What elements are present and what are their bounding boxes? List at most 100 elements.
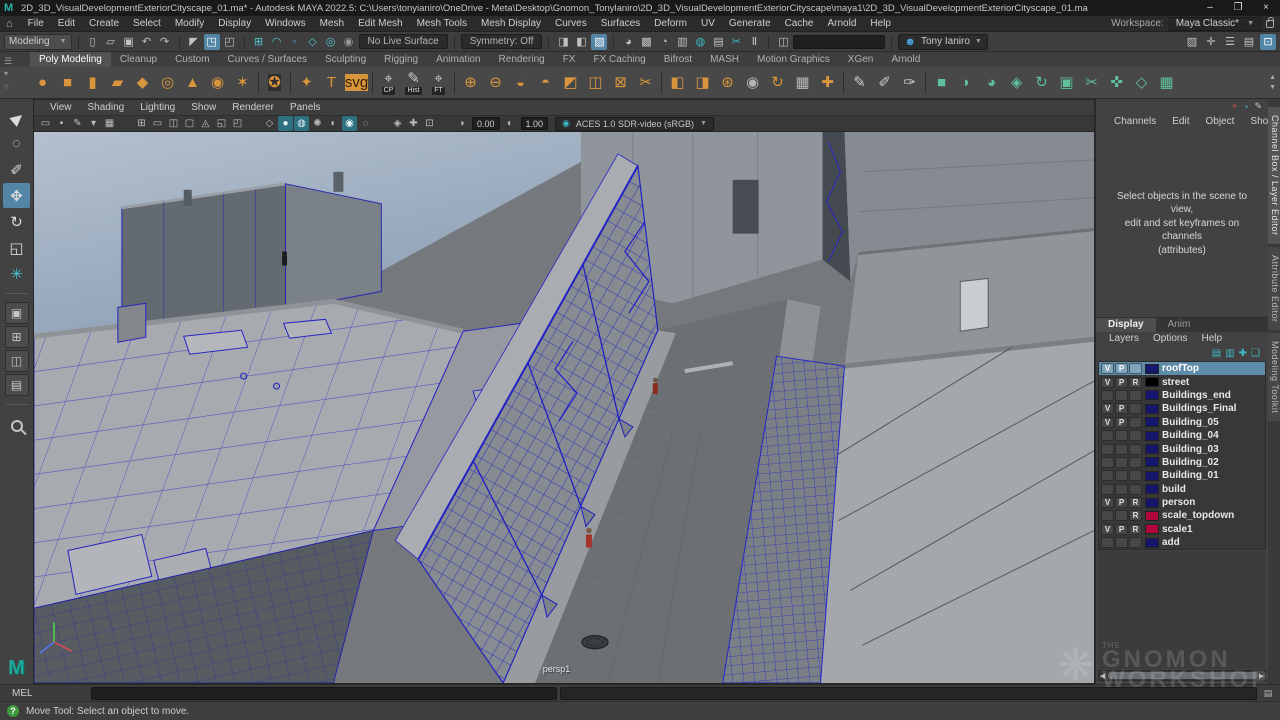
last-tool-used[interactable]: ✳ — [3, 261, 30, 286]
sidebar-tab[interactable]: Attribute Editor — [1268, 247, 1280, 331]
shelf-menu-icon[interactable]: ☰ — [4, 56, 12, 67]
snap-to-projected-center-icon[interactable]: ◇ — [305, 34, 321, 50]
open-scene-icon[interactable]: ▱ — [103, 34, 119, 50]
menu-item[interactable]: Select — [126, 16, 168, 32]
scrollbar-thumb[interactable] — [1108, 672, 1258, 679]
layer-row[interactable]: add — [1099, 536, 1265, 549]
layer-visibility-toggle[interactable]: V — [1101, 377, 1114, 388]
layer-visibility-toggle[interactable] — [1101, 444, 1114, 455]
outliner-pane-layout-button[interactable]: ▤ — [5, 374, 29, 396]
shelf-tab[interactable]: Sculpting — [316, 52, 375, 67]
separate-icon[interactable]: ⊖ — [483, 69, 508, 97]
freeze-transform-icon[interactable]: ⌖ FT — [426, 69, 451, 97]
poly-helix-icon[interactable]: ✶ — [230, 69, 255, 97]
shaded-icon[interactable]: ● — [278, 116, 293, 131]
pause-viewport-icon[interactable]: Ⅱ — [746, 34, 762, 50]
command-input[interactable] — [91, 687, 557, 700]
layer-reference-toggle[interactable] — [1129, 390, 1142, 401]
layer-playback-toggle[interactable]: P — [1115, 524, 1128, 535]
shelf-tab[interactable]: Motion Graphics — [748, 52, 839, 67]
layer-row[interactable]: Building_01 — [1099, 469, 1265, 482]
layer-row[interactable]: V P R scale1 — [1099, 523, 1265, 536]
shelf-tab[interactable]: Cleanup — [111, 52, 166, 67]
layer-reference-toggle[interactable] — [1129, 484, 1142, 495]
layer-visibility-toggle[interactable] — [1101, 484, 1114, 495]
layer-visibility-toggle[interactable]: V — [1101, 403, 1114, 414]
layer-visibility-toggle[interactable]: V — [1101, 497, 1114, 508]
menu-item[interactable]: Curves — [548, 16, 594, 32]
layer-color-swatch[interactable] — [1145, 404, 1159, 414]
layer-playback-toggle[interactable] — [1115, 444, 1128, 455]
image-plane-icon[interactable]: ▦ — [102, 116, 117, 131]
create-curve-icon[interactable]: ✎ — [847, 69, 872, 97]
poly-cylinder-icon[interactable]: ▮ — [80, 69, 105, 97]
layer-playback-toggle[interactable] — [1115, 470, 1128, 481]
sort-layers-alphabetically-icon[interactable]: ▥ — [1225, 348, 1234, 359]
uv-editor-icon[interactable]: ▣ — [1054, 69, 1079, 97]
rotate-tool[interactable]: ↻ — [3, 209, 30, 234]
lock-camera-icon[interactable]: ▪ — [54, 116, 69, 131]
average-vertices-icon[interactable]: ⊛ — [715, 69, 740, 97]
shelf-item-menu-icon[interactable]: ○ — [4, 82, 9, 91]
move-tool[interactable]: ✥ — [3, 183, 30, 208]
viewport-scene[interactable]: persp1 — [34, 132, 1094, 683]
symmetry-field[interactable]: Symmetry: Off — [461, 34, 543, 49]
quad-draw-icon[interactable]: ✚ — [815, 69, 840, 97]
toggle-modeling-toolkit-icon[interactable]: ⊡ — [1260, 34, 1276, 50]
boolean-union-icon[interactable]: ◒ — [508, 69, 533, 97]
layer-playback-toggle[interactable] — [1115, 484, 1128, 495]
menu-item[interactable]: Help — [863, 16, 898, 32]
layer-reference-toggle[interactable]: R — [1129, 524, 1142, 535]
create-empty-layer-icon[interactable]: ✚ — [1239, 348, 1247, 359]
uv-spherical-icon[interactable]: ◕ — [979, 69, 1004, 97]
script-editor-icon[interactable]: ▤ — [1260, 688, 1276, 699]
layer-reference-toggle[interactable]: R — [1129, 510, 1142, 521]
menu-item[interactable]: Display — [211, 16, 258, 32]
shelf-tab[interactable]: Custom — [166, 52, 218, 67]
new-scene-icon[interactable]: ▯ — [85, 34, 101, 50]
layer-visibility-toggle[interactable] — [1101, 510, 1114, 521]
layer-color-swatch[interactable] — [1145, 444, 1159, 454]
select-tool[interactable]: ▶ — [3, 105, 30, 130]
select-by-hierarchy-icon[interactable]: ◤ — [186, 34, 202, 50]
grid-icon[interactable]: ⊞ — [134, 116, 149, 131]
menu-item[interactable]: Deform — [647, 16, 694, 32]
layer-playback-toggle[interactable] — [1115, 430, 1128, 441]
layer-color-swatch[interactable] — [1145, 538, 1159, 548]
layer-playback-toggle[interactable] — [1115, 510, 1128, 521]
paint-select-tool[interactable]: ✐ — [3, 157, 30, 182]
sort-layers-chronologically-icon[interactable]: ▤ — [1212, 348, 1221, 359]
channel-box-menu-item[interactable]: Object — [1198, 114, 1243, 130]
layer-visibility-toggle[interactable] — [1101, 537, 1114, 548]
select-by-object-icon[interactable]: ◳ — [204, 34, 220, 50]
exposure-field[interactable]: 0.00 — [472, 117, 500, 130]
bridge-icon[interactable]: ◫ — [583, 69, 608, 97]
menu-item[interactable]: Cache — [778, 16, 821, 32]
layer-playback-toggle[interactable]: P — [1115, 403, 1128, 414]
select-camera-icon[interactable]: ▭ — [38, 116, 53, 131]
circularize-icon[interactable]: ◉ — [740, 69, 765, 97]
flip-icon[interactable]: ◨ — [690, 69, 715, 97]
light-editor-icon[interactable]: ✂ — [728, 34, 744, 50]
use-all-lights-icon[interactable]: ✺ — [310, 116, 325, 131]
layout-uv-icon[interactable]: ▦ — [1154, 69, 1179, 97]
layer-reference-toggle[interactable] — [1129, 417, 1142, 428]
wireframe-icon[interactable]: ◇ — [262, 116, 277, 131]
channel-box-menu-item[interactable]: Edit — [1164, 114, 1197, 130]
menu-item[interactable]: Edit — [51, 16, 82, 32]
layer-color-swatch[interactable] — [1145, 511, 1159, 521]
arnold-renderview-icon[interactable]: ◍ — [692, 34, 708, 50]
layer-row[interactable]: Buildings_end — [1099, 389, 1265, 402]
channel-box-menu-item[interactable]: Channels — [1106, 114, 1164, 130]
layer-visibility-toggle[interactable] — [1101, 390, 1114, 401]
snap-to-grid-icon[interactable]: ⊞ — [251, 34, 267, 50]
textured-icon[interactable]: ◍ — [294, 116, 309, 131]
panel-menu-item[interactable]: View — [42, 100, 80, 116]
panel-menu-item[interactable]: Lighting — [132, 100, 183, 116]
layer-editor-tab[interactable]: Anim — [1156, 318, 1203, 332]
layer-row[interactable]: V P roofTop — [1099, 362, 1265, 375]
home-icon[interactable]: ⌂ — [6, 18, 13, 30]
make-live-icon[interactable]: ◉ — [341, 34, 357, 50]
grid-fill-icon[interactable]: ▦ — [790, 69, 815, 97]
user-account-dropdown[interactable]: ☻ Tony Ianiro ▼ — [898, 34, 987, 50]
